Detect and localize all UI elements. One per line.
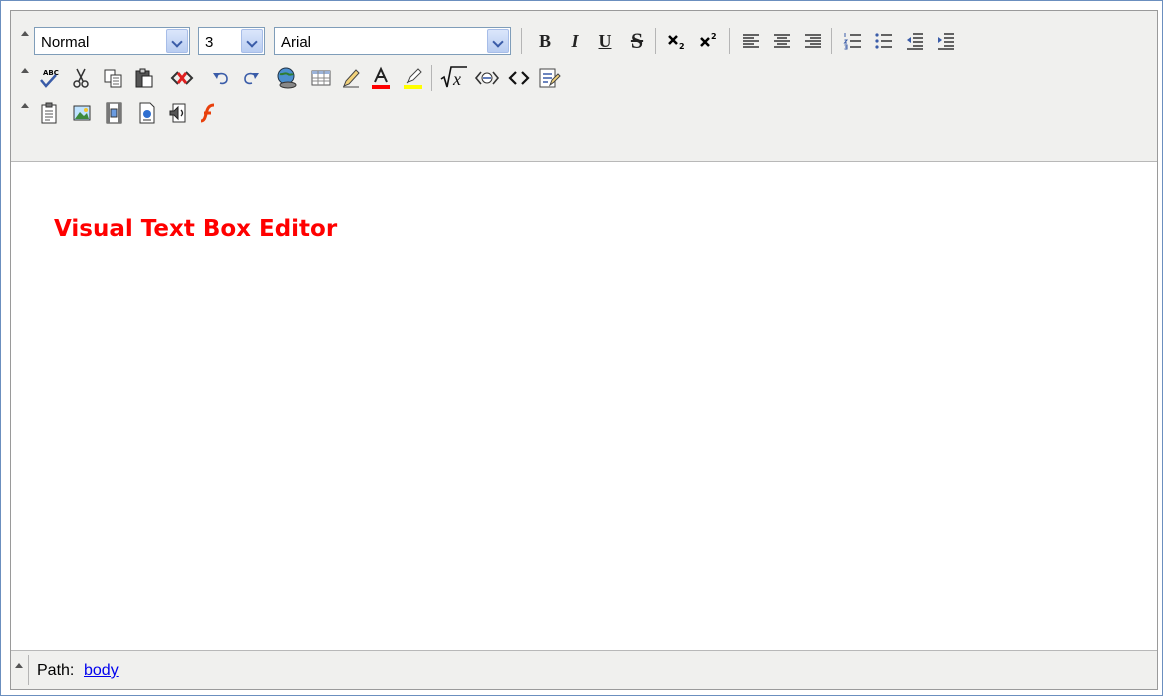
subscript-icon: 2 (668, 35, 685, 51)
format-select-value: Normal (41, 34, 90, 51)
editor-content-area[interactable]: Visual Text Box Editor (11, 162, 1157, 649)
remove-format-icon (170, 71, 194, 85)
bulleted-list-button[interactable] (870, 28, 898, 54)
font-select-value: Arial (281, 34, 312, 51)
spellcheck-icon: ABC (40, 69, 59, 88)
toolbar-collapse-icon[interactable] (21, 68, 29, 73)
toolbar-separator (831, 28, 832, 54)
toolbar-separator (729, 28, 730, 54)
svg-text:2: 2 (711, 32, 717, 41)
cut-icon (73, 68, 89, 88)
paste-icon (135, 68, 153, 88)
font-color-icon (372, 66, 390, 89)
chevron-down-icon[interactable] (487, 29, 509, 53)
math-formula-button[interactable]: x (439, 65, 467, 91)
indent-button[interactable] (932, 28, 960, 54)
form-button[interactable] (535, 65, 563, 91)
align-left-icon (743, 34, 759, 48)
remove-format-button[interactable] (168, 65, 196, 91)
undo-icon (213, 72, 228, 85)
toolbar-row-2: ABC x (11, 62, 1157, 100)
toolbar-separator (431, 65, 432, 91)
indent-icon (938, 33, 954, 50)
paste-text-icon (41, 102, 57, 124)
highlight-icon (404, 68, 422, 89)
align-right-button[interactable] (799, 28, 827, 54)
insert-document-icon (139, 102, 155, 124)
insert-link-icon (277, 67, 297, 89)
strikethrough-button[interactable]: S (623, 28, 651, 54)
italic-button[interactable]: I (561, 28, 589, 54)
source-code-icon (508, 71, 530, 85)
edit-icon (343, 69, 360, 88)
align-left-button[interactable] (737, 28, 765, 54)
statusbar-collapse-icon[interactable] (15, 663, 23, 668)
toolbar-row-3 (11, 97, 1157, 133)
numbered-list-button[interactable] (839, 28, 867, 54)
form-icon (539, 68, 561, 88)
toolbar-collapse-icon[interactable] (21, 31, 29, 36)
font-color-button[interactable] (367, 65, 395, 91)
copy-icon (104, 69, 122, 88)
insert-audio-icon (169, 103, 186, 123)
special-char-icon (474, 71, 500, 85)
path-link-body[interactable]: body (84, 662, 119, 680)
insert-table-button[interactable] (307, 65, 335, 91)
chevron-down-icon[interactable] (166, 29, 188, 53)
redo-icon (244, 72, 259, 85)
paste-text-button[interactable] (35, 100, 63, 126)
rich-text-editor: Normal 3 Arial B I U S 2 2 ABC x Visual … (10, 10, 1158, 690)
insert-image-icon (73, 105, 91, 121)
editor-statusbar: Path: body (11, 650, 1157, 689)
math-formula-icon: x (440, 66, 467, 89)
toolbar-separator (521, 28, 522, 54)
underline-button[interactable]: U (591, 28, 619, 54)
bold-button[interactable]: B (531, 28, 559, 54)
superscript-button[interactable]: 2 (695, 28, 723, 54)
spellcheck-button[interactable]: ABC (35, 65, 63, 91)
size-select[interactable]: 3 (198, 27, 265, 55)
chevron-down-icon[interactable] (241, 29, 263, 53)
align-center-button[interactable] (768, 28, 796, 54)
outdent-button[interactable] (901, 28, 929, 54)
editor-frame: Normal 3 Arial B I U S 2 2 ABC x Visual … (0, 0, 1163, 696)
insert-flash-button[interactable] (195, 100, 223, 126)
copy-button[interactable] (99, 65, 127, 91)
insert-media-icon (106, 102, 122, 124)
insert-link-button[interactable] (273, 65, 301, 91)
bulleted-list-icon (875, 33, 892, 49)
special-char-button[interactable] (473, 65, 501, 91)
paste-button[interactable] (130, 65, 158, 91)
insert-audio-button[interactable] (165, 100, 193, 126)
size-select-value: 3 (205, 34, 214, 51)
svg-text:x: x (452, 69, 461, 89)
toolbar-separator (655, 28, 656, 54)
insert-image-button[interactable] (68, 100, 96, 126)
svg-text:2: 2 (679, 42, 685, 51)
toolbar-row-1: Normal 3 Arial B I U S 2 2 (11, 25, 1157, 63)
redo-button[interactable] (237, 65, 265, 91)
align-center-icon (774, 34, 790, 48)
cut-button[interactable] (67, 65, 95, 91)
insert-flash-icon (200, 103, 215, 123)
format-select[interactable]: Normal (34, 27, 190, 55)
numbered-list-icon (843, 33, 861, 50)
toolbar-collapse-icon[interactable] (21, 103, 29, 108)
edit-button[interactable] (337, 65, 365, 91)
statusbar-separator (28, 655, 29, 685)
font-select[interactable]: Arial (274, 27, 511, 55)
editor-toolbar: Normal 3 Arial B I U S 2 2 ABC x (11, 11, 1157, 162)
insert-media-button[interactable] (100, 100, 128, 126)
superscript-icon: 2 (700, 32, 717, 47)
align-right-icon (805, 34, 821, 48)
content-heading: Visual Text Box Editor (54, 216, 338, 242)
outdent-icon (907, 33, 923, 50)
path-label: Path: (37, 662, 75, 679)
highlight-button[interactable] (399, 65, 427, 91)
source-code-button[interactable] (505, 65, 533, 91)
undo-button[interactable] (207, 65, 235, 91)
subscript-button[interactable]: 2 (663, 28, 691, 54)
insert-table-icon (311, 70, 331, 86)
insert-document-button[interactable] (133, 100, 161, 126)
